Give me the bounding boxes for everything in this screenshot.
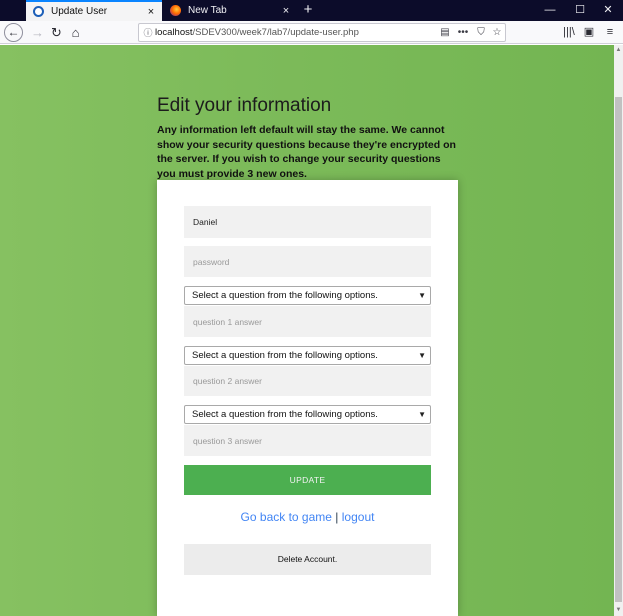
tab-strip: Update User × New Tab × + — ☐ ✕ bbox=[0, 0, 623, 21]
chevron-down-icon: ▼ bbox=[418, 351, 426, 360]
security-question-2-select[interactable]: Select a question from the following opt… bbox=[184, 346, 431, 365]
url-host: localhost bbox=[155, 27, 193, 38]
footer-links: Go back to game | logout bbox=[157, 510, 458, 524]
answer-3-field[interactable]: question 3 answer bbox=[184, 425, 431, 456]
select-value: Select a question from the following opt… bbox=[192, 350, 378, 361]
url-path: /SDEV300/week7/lab7/update-user.php bbox=[192, 27, 359, 38]
page-content: Edit your information Any information le… bbox=[0, 45, 614, 616]
back-button[interactable]: ← bbox=[4, 23, 23, 42]
menu-icon[interactable]: ≡ bbox=[601, 22, 619, 43]
reload-button[interactable]: ↻ bbox=[46, 22, 67, 43]
go-back-to-game-link[interactable]: Go back to game bbox=[241, 510, 332, 524]
window-close-button[interactable]: ✕ bbox=[593, 0, 623, 21]
reader-view-icon[interactable]: ▤ bbox=[437, 27, 453, 38]
library-icon[interactable]: |||\ bbox=[560, 22, 578, 43]
update-form-card: Daniel password Select a question from t… bbox=[157, 180, 458, 616]
bookmark-star-icon[interactable]: ☆ bbox=[489, 27, 505, 38]
answer-1-field[interactable]: question 1 answer bbox=[184, 306, 431, 337]
address-bar[interactable]: ⓘ localhost/SDEV300/week7/lab7/update-us… bbox=[138, 23, 506, 42]
intro-text: Any information left default will stay t… bbox=[157, 124, 456, 180]
tab-title: New Tab bbox=[188, 5, 227, 16]
chevron-down-icon: ▼ bbox=[418, 291, 426, 300]
scroll-down-icon[interactable]: ▼ bbox=[614, 607, 623, 613]
select-value: Select a question from the following opt… bbox=[192, 290, 378, 301]
select-value: Select a question from the following opt… bbox=[192, 409, 378, 420]
tab-close-icon[interactable]: × bbox=[144, 6, 158, 18]
minimize-button[interactable]: — bbox=[535, 0, 565, 21]
delete-account-button[interactable]: Delete Account. bbox=[184, 544, 431, 575]
site-info-icon[interactable]: ⓘ bbox=[141, 26, 155, 39]
tab-title: Update User bbox=[51, 6, 108, 17]
security-question-1-select[interactable]: Select a question from the following opt… bbox=[184, 286, 431, 305]
sidebar-icon[interactable]: ▣ bbox=[580, 22, 598, 43]
username-field[interactable]: Daniel bbox=[184, 206, 431, 238]
scrollbar-thumb[interactable] bbox=[615, 97, 622, 602]
maximize-button[interactable]: ☐ bbox=[565, 0, 595, 21]
pocket-icon[interactable]: ⛉ bbox=[473, 27, 489, 38]
page-title: Edit your information bbox=[157, 95, 332, 116]
page-actions-icon[interactable]: ••• bbox=[453, 27, 473, 38]
url-text[interactable]: localhost/SDEV300/week7/lab7/update-user… bbox=[155, 27, 437, 38]
link-separator: | bbox=[335, 510, 339, 524]
tab-update-user[interactable]: Update User × bbox=[26, 0, 162, 21]
security-question-3-select[interactable]: Select a question from the following opt… bbox=[184, 405, 431, 424]
logout-link[interactable]: logout bbox=[342, 510, 375, 524]
update-button[interactable]: UPDATE bbox=[184, 465, 431, 495]
tab-new-tab[interactable]: New Tab × bbox=[163, 0, 297, 21]
answer-2-field[interactable]: question 2 answer bbox=[184, 366, 431, 396]
vertical-scrollbar[interactable]: ▲ ▼ bbox=[614, 45, 623, 616]
scroll-up-icon[interactable]: ▲ bbox=[614, 47, 623, 53]
navigation-bar: ← → ↻ ⌂ ⓘ localhost/SDEV300/week7/lab7/u… bbox=[0, 21, 623, 44]
firefox-icon bbox=[170, 5, 181, 16]
forward-button[interactable]: → bbox=[27, 22, 48, 43]
new-tab-button[interactable]: + bbox=[298, 0, 318, 21]
site-favicon-icon bbox=[33, 6, 44, 17]
password-field[interactable]: password bbox=[184, 246, 431, 277]
home-button[interactable]: ⌂ bbox=[65, 22, 86, 43]
tab-close-icon[interactable]: × bbox=[279, 5, 293, 17]
chevron-down-icon: ▼ bbox=[418, 410, 426, 419]
